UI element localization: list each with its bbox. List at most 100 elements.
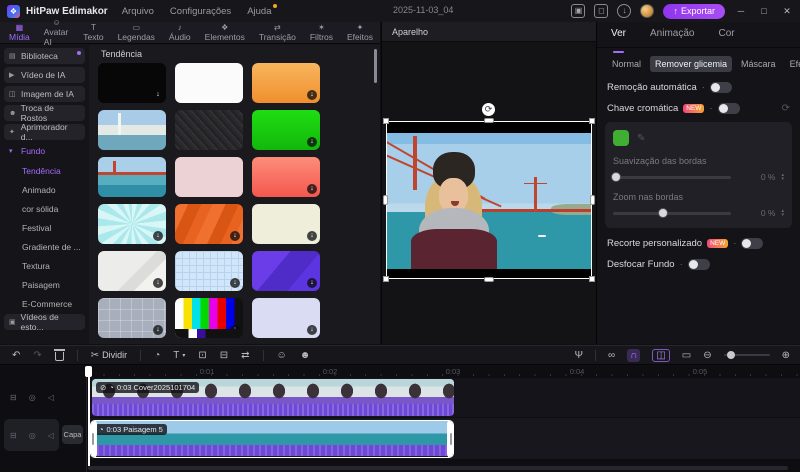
resize-handle-se[interactable] bbox=[589, 276, 595, 282]
media-thumbnail[interactable]: ↓ bbox=[252, 110, 320, 150]
freeze-frame-button[interactable]: ⊟ bbox=[220, 350, 228, 361]
undo-button[interactable]: ↶ bbox=[12, 350, 20, 361]
media-thumbnail[interactable]: ↓ bbox=[252, 157, 320, 197]
delete-button[interactable] bbox=[55, 349, 64, 361]
media-thumbnail[interactable] bbox=[175, 110, 243, 150]
redo-button[interactable]: ↷ bbox=[33, 350, 41, 361]
nav-tab[interactable]: T Texto bbox=[76, 22, 110, 44]
maximize-button[interactable]: □ bbox=[757, 6, 771, 16]
resize-handle-nw[interactable] bbox=[383, 118, 389, 124]
media-thumbnail[interactable]: ↓ bbox=[175, 251, 243, 291]
media-thumbnail[interactable]: ↓ bbox=[175, 204, 243, 244]
inspector-tab[interactable]: Animação bbox=[650, 28, 694, 47]
cover-button[interactable]: Capa bbox=[62, 425, 83, 444]
media-thumbnail[interactable]: ↓ bbox=[98, 298, 166, 338]
hide-track-icon[interactable]: ◎ bbox=[29, 393, 36, 402]
split-button[interactable]: ✂Dividir bbox=[91, 350, 127, 361]
crop-button[interactable]: ⊡ bbox=[198, 350, 206, 361]
inspector-subtab[interactable]: Remover glicemia bbox=[650, 56, 732, 72]
menu-item[interactable]: Configurações bbox=[170, 6, 231, 17]
lock-track-icon[interactable]: ⊟ bbox=[10, 393, 17, 402]
edge-smoothing-slider[interactable] bbox=[613, 176, 731, 179]
menu-item[interactable]: Arquivo bbox=[122, 6, 154, 17]
hide-track-icon[interactable]: ◎ bbox=[29, 431, 36, 440]
timeline-ruler[interactable]: 0:010:020:030:040:05 bbox=[0, 366, 800, 378]
media-thumbnail[interactable] bbox=[175, 63, 243, 103]
download-badge-icon[interactable]: ↓ bbox=[307, 90, 317, 100]
nav-tab[interactable]: ✦ Efeitos bbox=[340, 22, 380, 44]
edge-smoothing-stepper[interactable]: ▴▾ bbox=[781, 173, 784, 181]
download-badge-icon[interactable]: ↓ bbox=[307, 325, 317, 335]
sidebar-subitem[interactable]: Textura bbox=[4, 257, 85, 276]
sidebar-item[interactable]: ▤ Biblioteca bbox=[4, 48, 85, 64]
timeline-zoom-slider[interactable] bbox=[724, 354, 770, 356]
edge-zoom-slider[interactable] bbox=[613, 212, 731, 215]
media-thumbnail[interactable]: ↓ bbox=[98, 204, 166, 244]
download-icon[interactable]: ↓ bbox=[617, 4, 631, 18]
media-thumbnail[interactable]: ↓ bbox=[252, 204, 320, 244]
sidebar-subitem[interactable]: Tendência bbox=[4, 162, 85, 181]
sidebar-item[interactable]: ▾ Fundo bbox=[4, 143, 85, 159]
resize-handle-w[interactable] bbox=[383, 195, 388, 205]
sidebar-item[interactable]: ☻ Troca de Rostos bbox=[4, 105, 85, 121]
preview-video[interactable] bbox=[386, 121, 592, 279]
resize-handle-n[interactable] bbox=[484, 118, 494, 123]
download-badge-icon[interactable]: ↓ bbox=[307, 231, 317, 241]
download-badge-icon[interactable]: ↓ bbox=[230, 325, 240, 335]
sidebar-subitem[interactable]: Festival bbox=[4, 219, 85, 238]
media-thumbnail[interactable]: ↓ bbox=[252, 63, 320, 103]
avatar[interactable] bbox=[640, 4, 654, 18]
nav-tab[interactable]: ♪ Áudio bbox=[162, 22, 198, 44]
trim-handle-right[interactable] bbox=[447, 420, 454, 458]
resize-handle-s[interactable] bbox=[484, 277, 494, 282]
download-badge-icon[interactable]: ↓ bbox=[230, 278, 240, 288]
face-effect-button[interactable]: ☻ bbox=[300, 350, 311, 361]
inspector-tab[interactable]: Ver bbox=[611, 28, 626, 47]
media-scrollbar[interactable] bbox=[374, 49, 377, 83]
sidebar-subitem[interactable]: Animado bbox=[4, 181, 85, 200]
timeline-clip-cover[interactable]: ⊘ ◔ 0:03 Cover2025101704 bbox=[92, 379, 454, 416]
chroma-color-swatch[interactable] bbox=[613, 130, 629, 146]
media-thumbnail[interactable] bbox=[175, 157, 243, 197]
playhead[interactable] bbox=[85, 366, 92, 466]
fit-timeline-button[interactable]: ▭ bbox=[682, 350, 691, 361]
inspector-tab[interactable]: Cor bbox=[718, 28, 734, 47]
layout-panel-icon[interactable]: ▣ bbox=[571, 4, 585, 18]
resize-handle-sw[interactable] bbox=[383, 276, 389, 282]
zoom-out-button[interactable]: ⊖ bbox=[703, 350, 711, 361]
media-thumbnail[interactable]: ↓ bbox=[98, 251, 166, 291]
media-thumbnail[interactable]: ↓ bbox=[98, 63, 166, 103]
nav-tab[interactable]: ☺ Avatar AI bbox=[37, 22, 76, 44]
sidebar-subitem[interactable]: cor sólida bbox=[4, 200, 85, 219]
chroma-key-toggle[interactable] bbox=[718, 103, 740, 114]
nav-tab[interactable]: ▭ Legendas bbox=[111, 22, 162, 44]
nav-tab[interactable]: ❖ Elementos bbox=[198, 22, 252, 44]
inspector-subtab[interactable]: Máscara bbox=[736, 56, 781, 72]
download-badge-icon[interactable]: ↓ bbox=[307, 184, 317, 194]
mirror-button[interactable]: ⇄ bbox=[241, 350, 249, 361]
media-thumbnail[interactable]: ↓ bbox=[175, 298, 243, 338]
timeline-scrollbar[interactable] bbox=[88, 466, 788, 470]
sidebar-item[interactable]: ◫ Imagem de IA bbox=[4, 86, 85, 102]
download-badge-icon[interactable]: ↓ bbox=[307, 137, 317, 147]
link-clips-button[interactable]: ∞ bbox=[608, 350, 615, 361]
download-badge-icon[interactable]: ↓ bbox=[153, 90, 163, 100]
menu-item[interactable]: Ajuda bbox=[247, 6, 271, 17]
timeline-clip-landscape[interactable]: ◔ 0:03 Paisagem 5 bbox=[90, 420, 454, 458]
export-button[interactable]: ↑Exportar bbox=[663, 4, 725, 19]
mute-track-icon[interactable]: ◁ bbox=[48, 393, 54, 402]
mic-button[interactable]: Ψ bbox=[575, 350, 583, 361]
ripple-edit-button[interactable]: ◫ bbox=[652, 349, 669, 362]
download-badge-icon[interactable]: ↓ bbox=[153, 325, 163, 335]
speed-button[interactable]: ◔ bbox=[154, 350, 160, 361]
media-thumbnail[interactable] bbox=[98, 110, 166, 150]
media-thumbnail[interactable] bbox=[98, 157, 166, 197]
media-thumbnail[interactable]: ↓ bbox=[252, 298, 320, 338]
inspector-subtab[interactable]: Efeitos bbox=[785, 56, 800, 72]
eyedropper-icon[interactable]: ✎ bbox=[637, 133, 645, 144]
auto-removal-toggle[interactable] bbox=[710, 82, 732, 93]
blur-background-toggle[interactable] bbox=[688, 259, 710, 270]
nav-tab[interactable]: ▦ Mídia bbox=[2, 22, 37, 44]
download-badge-icon[interactable]: ↓ bbox=[307, 278, 317, 288]
custom-crop-toggle[interactable] bbox=[741, 238, 763, 249]
